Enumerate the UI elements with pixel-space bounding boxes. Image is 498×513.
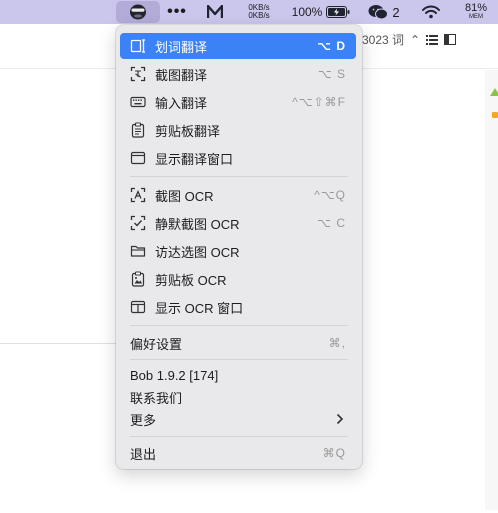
wechat-count: 2 bbox=[392, 4, 400, 20]
menu-item-label: 输入翻译 bbox=[155, 95, 208, 111]
m-app-icon[interactable] bbox=[204, 0, 226, 24]
menu-item-label: 剪贴板翻译 bbox=[155, 123, 221, 139]
menu-item-shortcut: ^⌥Q bbox=[314, 188, 346, 202]
content-divider bbox=[0, 343, 116, 344]
menu-item-clipboard-ocr[interactable]: 剪贴板 OCR bbox=[120, 266, 356, 292]
wechat-status[interactable]: 2 bbox=[364, 0, 404, 24]
menu-item-version[interactable]: Bob 1.9.2 [174] bbox=[120, 364, 356, 386]
green-marker-icon bbox=[490, 88, 498, 96]
sidebar-toggle-icon[interactable] bbox=[444, 34, 457, 45]
battery-icon bbox=[326, 6, 350, 18]
selection-translate-icon bbox=[130, 38, 146, 54]
net-down: 0KB/s bbox=[248, 11, 270, 20]
folder-icon bbox=[130, 243, 146, 259]
keyboard-icon bbox=[130, 94, 146, 110]
menu-item-label: 访达选图 OCR bbox=[155, 244, 240, 260]
menu-item-screenshot-translate[interactable]: 截图翻译 ⌥ S bbox=[120, 61, 356, 87]
menu-item-label: 静默截图 OCR bbox=[155, 216, 240, 232]
menu-item-more[interactable]: 更多 bbox=[120, 408, 356, 430]
menu-item-shortcut: ⌘, bbox=[328, 336, 346, 350]
menu-item-label: Bob 1.9.2 [174] bbox=[130, 367, 219, 383]
clipboard-icon bbox=[130, 122, 146, 138]
right-sidebar bbox=[485, 70, 498, 510]
menu-item-shortcut: ^⌥⇧⌘F bbox=[292, 95, 346, 109]
battery-status[interactable]: 100% bbox=[290, 0, 352, 24]
menu-bar: ••• 0KB/s 0KB/s 100% 2 81% MEM bbox=[0, 0, 498, 24]
menu-item-show-ocr-window[interactable]: 显示 OCR 窗口 bbox=[120, 294, 356, 320]
wechat-icon bbox=[368, 4, 389, 20]
menu-item-label: 剪贴板 OCR bbox=[155, 272, 227, 288]
window-icon bbox=[130, 150, 146, 166]
bob-dropdown-menu: 划词翻译 ⌥ D 截图翻译 ⌥ S 输入翻译 ^⌥⇧⌘F 剪贴板翻译 显示翻译窗… bbox=[116, 25, 362, 469]
menu-item-clipboard-translate[interactable]: 剪贴板翻译 bbox=[120, 117, 356, 143]
menu-item-finder-image-ocr[interactable]: 访达选图 OCR bbox=[120, 238, 356, 264]
menu-item-label: 划词翻译 bbox=[155, 39, 208, 55]
clipboard-image-icon bbox=[130, 271, 146, 287]
menu-item-shortcut: ⌥ D bbox=[317, 39, 346, 53]
screenshot-translate-icon bbox=[130, 66, 146, 82]
menu-item-label: 偏好设置 bbox=[130, 336, 183, 352]
menu-item-shortcut: ⌘Q bbox=[322, 446, 346, 460]
menu-item-label: 退出 bbox=[130, 446, 157, 462]
menu-item-label: 更多 bbox=[130, 412, 157, 428]
network-speed[interactable]: 0KB/s 0KB/s bbox=[244, 0, 274, 24]
menu-item-label: 显示翻译窗口 bbox=[155, 151, 234, 167]
ocr-window-icon bbox=[130, 299, 146, 315]
menu-item-screenshot-ocr[interactable]: 截图 OCR ^⌥Q bbox=[120, 182, 356, 208]
screenshot-ocr-icon bbox=[130, 187, 146, 203]
menu-separator bbox=[130, 436, 348, 437]
more-dots-icon[interactable]: ••• bbox=[166, 0, 188, 24]
menu-item-silent-screenshot-ocr[interactable]: 静默截图 OCR ⌥ C bbox=[120, 210, 356, 236]
menu-item-selection-translate[interactable]: 划词翻译 ⌥ D bbox=[120, 33, 356, 59]
memory-status[interactable]: 81% MEM bbox=[458, 0, 494, 24]
menu-item-label: 截图 OCR bbox=[155, 188, 214, 204]
mem-label: MEM bbox=[469, 14, 483, 20]
menu-item-label: 联系我们 bbox=[130, 390, 183, 406]
menu-item-show-translate-window[interactable]: 显示翻译窗口 bbox=[120, 145, 356, 171]
wifi-icon[interactable] bbox=[420, 0, 442, 24]
menu-separator bbox=[130, 359, 348, 360]
menu-separator bbox=[130, 325, 348, 326]
menu-item-quit[interactable]: 退出 ⌘Q bbox=[120, 440, 356, 466]
menu-item-label: 截图翻译 bbox=[155, 67, 208, 83]
menu-item-shortcut: ⌥ S bbox=[317, 67, 346, 81]
chevron-right-icon bbox=[336, 413, 344, 425]
menu-item-contact[interactable]: 联系我们 bbox=[120, 386, 356, 408]
menu-item-preferences[interactable]: 偏好设置 ⌘, bbox=[120, 330, 356, 356]
background-toolbar: 3023 词 ⌃ bbox=[362, 31, 457, 48]
menu-item-shortcut: ⌥ C bbox=[317, 216, 346, 230]
list-icon[interactable] bbox=[426, 34, 439, 45]
menu-separator bbox=[130, 176, 348, 177]
menu-item-input-translate[interactable]: 输入翻译 ^⌥⇧⌘F bbox=[120, 89, 356, 115]
menu-item-label: 显示 OCR 窗口 bbox=[155, 300, 244, 316]
word-count: 3023 词 bbox=[362, 33, 405, 47]
bob-menubar-icon[interactable] bbox=[116, 1, 160, 23]
battery-percent: 100% bbox=[291, 5, 323, 19]
mem-percent: 81% bbox=[464, 2, 488, 14]
stepper-icon[interactable]: ⌃ bbox=[410, 33, 420, 47]
silent-ocr-icon bbox=[130, 215, 146, 231]
orange-marker-icon bbox=[492, 112, 498, 118]
